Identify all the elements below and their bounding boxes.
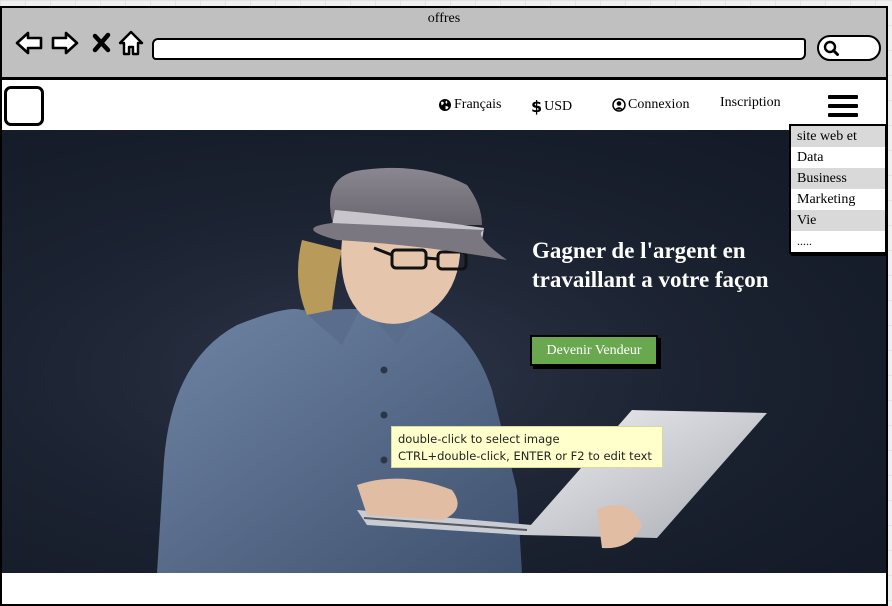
hamburger-icon[interactable] — [828, 95, 858, 121]
back-arrow-icon[interactable] — [14, 28, 44, 58]
window-title: offres — [427, 11, 461, 26]
logo-placeholder[interactable] — [4, 86, 44, 126]
search-field[interactable] — [817, 35, 881, 61]
user-circle-icon — [612, 98, 626, 112]
hero-banner[interactable]: Gagner de l'argent en travaillant a votr… — [2, 130, 886, 573]
url-input[interactable] — [152, 38, 806, 60]
language-label: Français — [454, 97, 502, 112]
menu-item-marketing[interactable]: Marketing — [791, 189, 885, 210]
forward-arrow-icon[interactable] — [50, 28, 80, 58]
login-link[interactable]: Connexion — [612, 97, 689, 113]
wireframe-window: offres Français $ USD Connexion Inscript… — [0, 6, 888, 606]
signup-label: Inscription — [720, 95, 781, 110]
tooltip-line-1: double-click to select image — [398, 432, 560, 446]
category-dropdown-menu: site web et Data Business Marketing Vie … — [789, 124, 886, 254]
tooltip-line-2: CTRL+double-click, ENTER or F2 to edit t… — [398, 449, 652, 463]
browser-toolbar: offres — [2, 8, 886, 80]
home-icon[interactable] — [116, 28, 146, 58]
currency-selector[interactable]: $ USD — [531, 97, 572, 116]
become-seller-button[interactable]: Devenir Vendeur — [530, 335, 658, 366]
below-fold-section — [2, 573, 886, 604]
login-label: Connexion — [628, 97, 690, 112]
globe-icon — [439, 99, 451, 111]
menu-item-more[interactable]: ..... — [791, 231, 885, 252]
dollar-icon: $ — [531, 97, 543, 116]
menu-item-life[interactable]: Vie — [791, 210, 885, 231]
menu-item-business[interactable]: Business — [791, 168, 885, 189]
menu-item-data[interactable]: Data — [791, 147, 885, 168]
site-header: Français $ USD Connexion Inscription — [2, 80, 886, 130]
hero-headline: Gagner de l'argent en travaillant a votr… — [532, 238, 769, 292]
signup-link[interactable]: Inscription — [720, 95, 781, 111]
hero-image[interactable] — [2, 130, 886, 573]
currency-label: USD — [544, 98, 573, 114]
language-selector[interactable]: Français — [438, 97, 501, 113]
menu-item-website[interactable]: site web et — [791, 126, 885, 147]
search-icon — [823, 40, 839, 56]
editor-tooltip: double-click to select image CTRL+double… — [391, 426, 663, 468]
close-x-icon[interactable] — [88, 28, 118, 58]
